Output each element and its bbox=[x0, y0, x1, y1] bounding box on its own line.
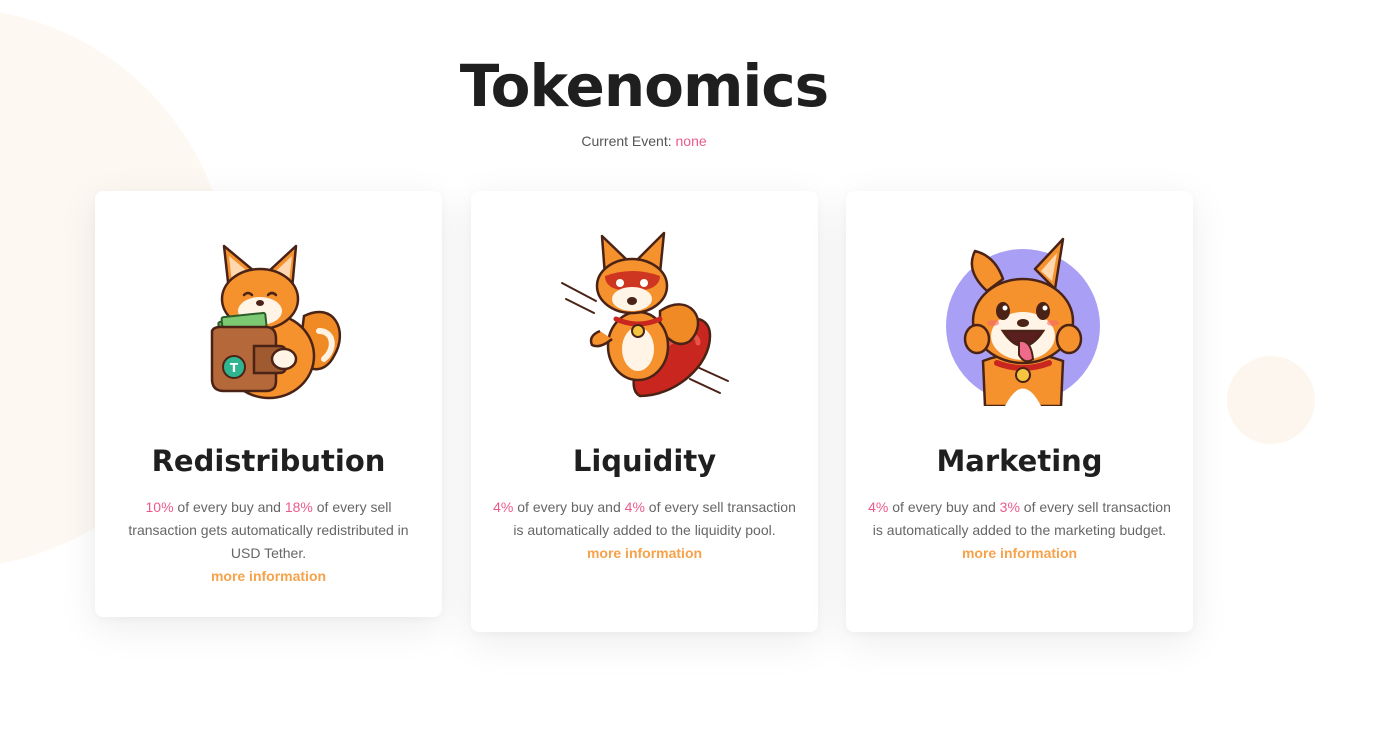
more-information-link[interactable]: more information bbox=[493, 542, 796, 565]
more-information-link[interactable]: more information bbox=[868, 542, 1171, 565]
card-redistribution: T Redistribution 10% of every buy and 18… bbox=[95, 191, 442, 617]
current-event-value: none bbox=[675, 133, 707, 149]
current-event: Current Event: none bbox=[0, 133, 1288, 149]
buy-percentage: 10% bbox=[145, 499, 174, 515]
page-title: Tokenomics bbox=[459, 52, 829, 120]
tokenomics-section: Tokenomics Current Event: none T Redistr… bbox=[0, 0, 1382, 733]
card-description: 4% of every buy and 4% of every sell tra… bbox=[493, 496, 796, 565]
card-title: Marketing bbox=[936, 444, 1103, 478]
buy-percentage: 4% bbox=[493, 499, 514, 515]
card-description: 4% of every buy and 3% of every sell tra… bbox=[868, 496, 1171, 565]
more-information-link[interactable]: more information bbox=[117, 565, 420, 588]
background-blob-right bbox=[1227, 356, 1315, 444]
shiba-happy-icon bbox=[945, 237, 1100, 406]
desc-text: of every buy and bbox=[513, 499, 625, 515]
svg-text:T: T bbox=[229, 361, 238, 375]
shiba-rocket-icon bbox=[560, 231, 729, 398]
card-title: Liquidity bbox=[572, 444, 717, 478]
sell-percentage: 3% bbox=[999, 499, 1020, 515]
card-description: 10% of every buy and 18% of every sell t… bbox=[117, 496, 420, 588]
card-liquidity: Liquidity 4% of every buy and 4% of ever… bbox=[471, 191, 818, 632]
shiba-wallet-icon: T bbox=[210, 244, 341, 400]
desc-text: of every buy and bbox=[173, 499, 285, 515]
buy-percentage: 4% bbox=[868, 499, 889, 515]
desc-text: of every buy and bbox=[888, 499, 1000, 515]
sell-percentage: 18% bbox=[284, 499, 313, 515]
card-title: Redistribution bbox=[151, 444, 386, 478]
card-marketing: Marketing 4% of every buy and 3% of ever… bbox=[846, 191, 1193, 632]
current-event-label: Current Event: bbox=[581, 133, 676, 149]
sell-percentage: 4% bbox=[624, 499, 645, 515]
